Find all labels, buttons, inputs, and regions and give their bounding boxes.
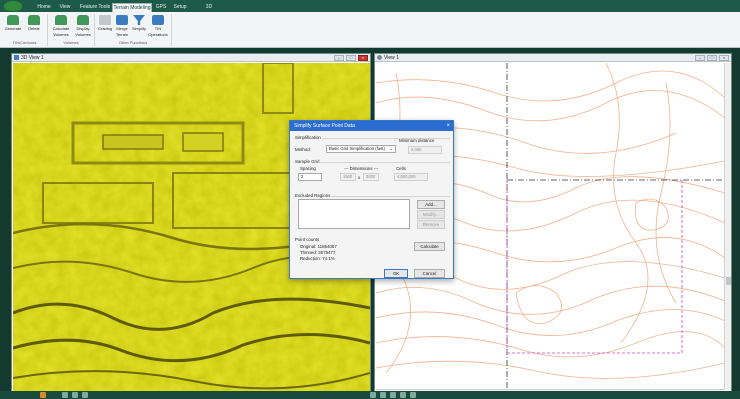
display-volumes-button[interactable]: Display Volumes [72,15,94,37]
3d-view-title-bar[interactable]: 3D View 1 – □ × [12,54,370,62]
tab-terrain-modeling[interactable]: Terrain Modeling [112,3,152,12]
layer-icon[interactable] [62,392,68,398]
spacing-label: Spacing [300,166,316,171]
pan-icon[interactable] [380,392,386,398]
dialog-title: Simplify Surface Point Data [294,123,355,129]
generate-icon [7,15,19,25]
minimize-button[interactable]: – [334,55,344,61]
plan-view-title: View 1 [384,55,399,61]
tab-feature-tools[interactable]: Feature Tools [78,3,112,12]
snap-icon[interactable] [40,392,46,398]
generate-button[interactable]: Generate [3,15,23,37]
grid-icon[interactable] [72,392,78,398]
minimize-button[interactable]: – [695,55,705,61]
3d-view-title: 3D View 1 [21,55,44,61]
vertical-scroll-thumb[interactable] [726,277,731,285]
method-label: Method: [295,147,311,152]
funnel-icon [133,15,145,25]
close-button[interactable]: × [358,55,368,61]
plan-view-title-bar[interactable]: View 1 – □ × [375,54,731,62]
dimension-separator: x [358,175,361,180]
modify-region-button[interactable]: Modify... [417,210,445,219]
plan-view-icon [377,55,382,60]
group-label-volumes: Volumes [63,40,79,45]
tab-view[interactable]: View [56,3,74,12]
grading-icon [99,15,111,25]
tin-operations-button[interactable]: TIN Operations [146,15,170,37]
calculate-volumes-button[interactable]: Calculate Volumes [50,15,72,37]
excluded-regions-label: Excluded Regions [295,193,331,198]
merge-terrain-icon [116,15,128,25]
simplification-label: Simplification [295,135,321,140]
calculate-volumes-icon [55,15,67,25]
chevron-down-icon: ⌄ [389,146,393,151]
display-volumes-icon [77,15,89,25]
method-select[interactable]: Basic Grid Simplification (fast) ⌄ [326,145,396,153]
maximize-button[interactable]: □ [346,55,356,61]
maximize-button[interactable]: □ [707,55,717,61]
group-divider [318,162,450,163]
select-icon[interactable] [390,392,396,398]
3d-view-icon [14,55,19,60]
close-icon[interactable]: × [446,122,450,130]
excluded-regions-list[interactable] [298,199,410,229]
dimension-x-input[interactable]: 1500 [340,173,356,181]
simplify-dialog[interactable]: Simplify Surface Point Data × Simplifica… [289,120,454,279]
tab-3d[interactable]: 3D [202,3,216,12]
tin-operations-icon [152,15,164,25]
add-region-button[interactable]: Add... [417,200,445,209]
minimum-distance-input[interactable]: 2.000 [408,146,442,154]
point-counts-label: Point counts [295,237,320,242]
dimensions-label: --- Dimensions --- [344,166,379,171]
thinned-count: Thinned: 3075477 [300,250,336,255]
group-label-other-functions: Other Functions [118,40,148,45]
tab-gps[interactable]: GPS [154,3,168,12]
spacing-input[interactable]: 2 [298,173,322,181]
settings-icon[interactable] [410,392,416,398]
app-logo-icon[interactable] [4,1,22,11]
zoom-icon[interactable] [370,392,376,398]
ribbon-separator [171,14,172,46]
group-label-tin-contours: TIN/Contours [12,40,37,45]
delete-button[interactable]: Delete [24,15,44,37]
measure-icon[interactable] [400,392,406,398]
cells-input[interactable]: 4,500,000 [394,173,428,181]
cells-label: Cells [396,166,406,171]
group-divider [330,196,450,197]
tab-setup[interactable]: Setup [170,3,190,12]
close-button[interactable]: × [719,55,729,61]
dialog-title-bar[interactable]: Simplify Surface Point Data × [290,121,453,131]
ortho-icon[interactable] [82,392,88,398]
vertical-scrollbar[interactable] [724,63,731,389]
calculate-button[interactable]: Calculate [414,242,445,251]
tab-home[interactable]: Home [34,3,54,12]
cancel-button[interactable]: Cancel [414,269,445,278]
ribbon-tab-bar: Home View Feature Tools Terrain Modeling… [0,0,740,12]
original-count: Original: 11864067 [300,244,337,249]
ok-button[interactable]: OK [384,269,408,278]
status-bar [0,391,740,399]
minimum-distance-label: Minimum distance [399,138,435,143]
remove-region-button[interactable]: Remove [417,220,445,229]
dimension-y-input[interactable]: 3000 [363,173,379,181]
delete-tin-icon [28,15,40,25]
app-window: Home View Feature Tools Terrain Modeling… [0,0,740,399]
sample-grid-label: Sample Grid [295,159,320,164]
ribbon-panel: Generate Delete Calculate Volumes Displa… [0,12,740,48]
reduction-percent: Reduction: 74.1% [300,256,335,261]
